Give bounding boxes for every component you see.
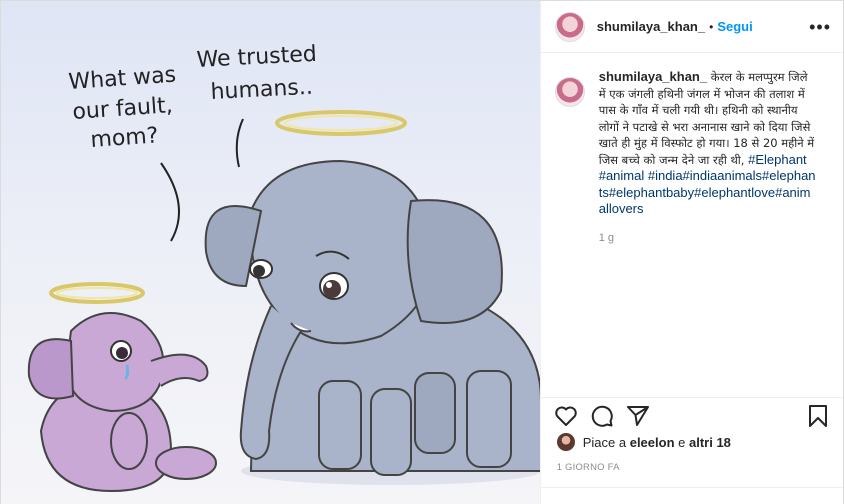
- caption-avatar[interactable]: [554, 77, 585, 107]
- caption-body: shumilaya_khan_ केरल के मलप्पुरम जिले मे…: [599, 69, 817, 246]
- post-header: shumilaya_khan_ • Segui •••: [540, 1, 843, 53]
- speech-left-line-3: mom?: [90, 123, 160, 153]
- likes-connector: e: [678, 434, 686, 450]
- post-image[interactable]: What was our fault, mom? We trusted huma…: [1, 1, 540, 504]
- heart-icon: [554, 406, 577, 426]
- follow-button[interactable]: Segui: [717, 19, 752, 34]
- share-button[interactable]: [625, 403, 651, 429]
- post-sidebar: shumilaya_khan_ • Segui ••• shumilaya_kh…: [539, 1, 843, 504]
- likes-prefix: Piace a: [582, 434, 627, 450]
- comment-icon: [591, 405, 613, 427]
- liker-username[interactable]: eleelon: [630, 435, 675, 450]
- likes-others[interactable]: altri 18: [689, 435, 731, 450]
- comment-button[interactable]: [589, 403, 615, 429]
- speech-right-line-1: We trusted: [196, 42, 317, 73]
- elephant-illustration: What was our fault, mom? We trusted huma…: [27, 42, 540, 493]
- avatar[interactable]: [554, 11, 585, 42]
- caption-age: 1 g: [598, 231, 615, 244]
- save-button[interactable]: [805, 403, 831, 429]
- speech-right-line-2: humans..: [210, 75, 313, 105]
- likes-summary: Piace a eleelon e altri 18: [556, 433, 731, 451]
- action-bar: [540, 397, 843, 433]
- more-options-icon[interactable]: •••: [809, 18, 831, 36]
- separator-dot: •: [709, 19, 714, 34]
- header-username[interactable]: shumilaya_khan_: [597, 19, 705, 34]
- bookmark-icon: [809, 404, 827, 427]
- liker-avatar[interactable]: [556, 433, 575, 451]
- caption-username[interactable]: shumilaya_khan_: [599, 69, 707, 84]
- caption-comment: shumilaya_khan_ केरल के मलप्पुरम जिले मे…: [554, 69, 831, 246]
- speech-left-line-2: our fault,: [72, 93, 174, 125]
- add-comment-area[interactable]: [540, 487, 843, 504]
- like-button[interactable]: [553, 403, 579, 429]
- speech-left-line-1: What was: [68, 63, 177, 95]
- post-timestamp[interactable]: 1 GIORNO FA: [557, 462, 620, 473]
- instagram-post: What was our fault, mom? We trusted huma…: [0, 0, 844, 504]
- share-icon: [626, 405, 649, 426]
